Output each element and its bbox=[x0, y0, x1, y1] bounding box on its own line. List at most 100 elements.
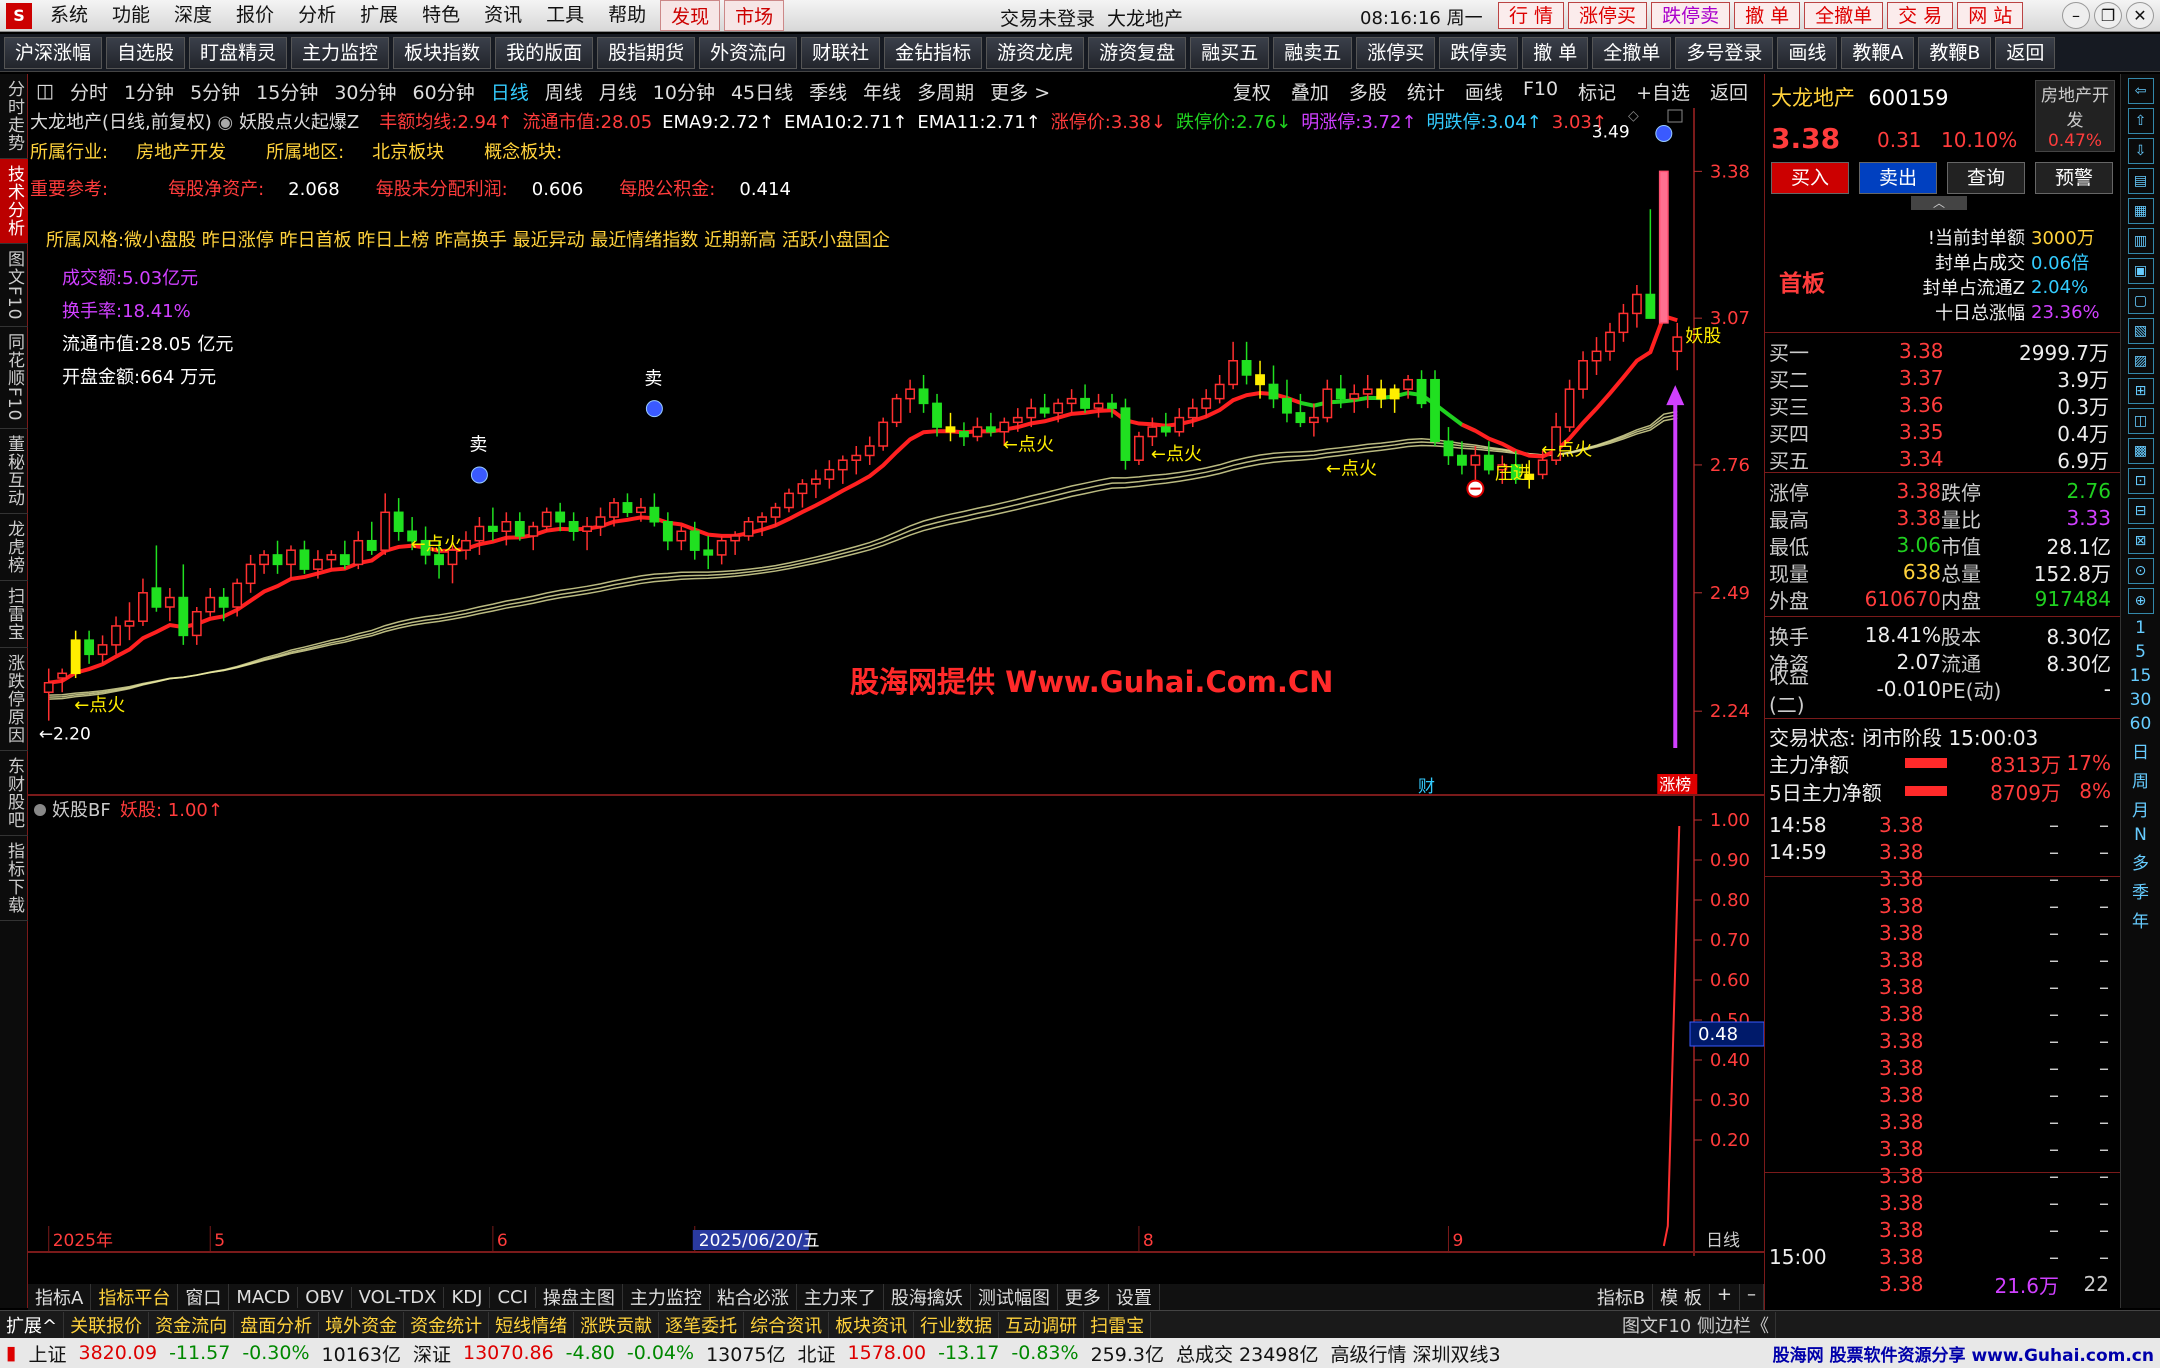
chart-tool-button[interactable]: 标记 bbox=[1570, 78, 1624, 105]
rail-period[interactable]: 日 bbox=[2132, 738, 2149, 763]
trade-button[interactable]: 卖出 bbox=[1859, 162, 1937, 194]
sidebar-tab[interactable]: 指标下载 bbox=[0, 836, 29, 921]
indicator-tab[interactable]: 更多 bbox=[1058, 1284, 1109, 1310]
rail-tool-icon[interactable]: ▥ bbox=[2127, 228, 2154, 254]
rail-period[interactable]: 周 bbox=[2132, 767, 2149, 792]
period-tab[interactable]: 60分钟 bbox=[405, 78, 483, 105]
toolbar-button[interactable]: 我的版面 bbox=[495, 36, 594, 69]
indicator-tab-control[interactable]: – bbox=[1740, 1284, 1764, 1310]
period-tab[interactable]: 分时 bbox=[62, 78, 116, 105]
menu-item[interactable]: 系统 bbox=[38, 0, 100, 31]
chart-tool-button[interactable]: 叠加 bbox=[1283, 78, 1337, 105]
toolbar-button[interactable]: 沪深涨幅 bbox=[4, 36, 103, 69]
sidebar-tab[interactable]: 技术分析 bbox=[0, 159, 29, 244]
status-tab[interactable]: 涨跌贡献 bbox=[574, 1311, 660, 1338]
chart-tool-button[interactable]: 多股 bbox=[1341, 78, 1395, 105]
chart-menu-icon[interactable]: ◫ bbox=[28, 80, 62, 102]
rail-period[interactable]: 季 bbox=[2132, 878, 2149, 903]
indicator-tab[interactable]: MACD bbox=[229, 1286, 299, 1308]
period-tab[interactable]: 日线 bbox=[483, 78, 537, 105]
rail-tool-icon[interactable]: ⊕ bbox=[2127, 588, 2154, 614]
rail-tool-icon[interactable]: ▨ bbox=[2127, 348, 2154, 374]
toolbar-button[interactable]: 自选股 bbox=[106, 36, 186, 69]
collapse-chevron-icon[interactable]: ︿ bbox=[1911, 196, 1967, 210]
indicator-toggle-icon[interactable]: ◉ bbox=[212, 112, 239, 133]
period-tab[interactable]: 45日线 bbox=[723, 78, 801, 105]
rail-tool-icon[interactable]: ▤ bbox=[2127, 168, 2154, 194]
toolbar-button[interactable]: 融卖五 bbox=[1273, 36, 1353, 69]
toolbar-button[interactable]: 金钻指标 bbox=[884, 36, 983, 69]
sidebar-tab[interactable]: 同花顺F10 bbox=[0, 327, 29, 429]
toolbar-button[interactable]: 教鞭A bbox=[1841, 36, 1915, 69]
chart-tool-button[interactable]: 画线 bbox=[1457, 78, 1511, 105]
trade-button[interactable]: 买入 bbox=[1771, 162, 1849, 194]
sidebar-tab[interactable]: 涨跌停原因 bbox=[0, 648, 29, 751]
indicator-tab[interactable]: 粘合必涨 bbox=[710, 1284, 797, 1310]
indicator-tab[interactable]: 操盘主图 bbox=[536, 1284, 623, 1310]
sub-chart[interactable]: 妖股BF 妖股: 1.00↑ 1.000.900.800.700.600.500.4… bbox=[28, 796, 1764, 1256]
rail-tool-icon[interactable]: ◫ bbox=[2127, 408, 2154, 434]
toolbar-button[interactable]: 主力监控 bbox=[291, 36, 390, 69]
rail-period[interactable]: 多 bbox=[2132, 849, 2149, 874]
period-tab[interactable]: 1分钟 bbox=[116, 78, 182, 105]
rail-tool-icon[interactable]: ⊠ bbox=[2127, 528, 2154, 554]
status-tab[interactable]: 盘面分析 bbox=[234, 1311, 320, 1338]
status-tab[interactable]: 短线情绪 bbox=[489, 1311, 575, 1338]
toolbar-button[interactable]: 画线 bbox=[1777, 36, 1838, 69]
quick-trade-button[interactable]: 全撤单 bbox=[1804, 2, 1884, 29]
toolbar-button[interactable]: 跌停卖 bbox=[1439, 36, 1519, 69]
indicator-tab[interactable]: OBV bbox=[298, 1286, 352, 1308]
menu-item[interactable]: 资讯 bbox=[472, 0, 534, 31]
toolbar-button[interactable]: 股指期货 bbox=[597, 36, 696, 69]
toolbar-button[interactable]: 财联社 bbox=[801, 36, 881, 69]
menu-highlight-item[interactable]: 发现 bbox=[660, 0, 721, 31]
indicator-tab[interactable]: 指标A bbox=[28, 1284, 92, 1310]
indicator-tab[interactable]: 主力监控 bbox=[623, 1284, 710, 1310]
rail-period[interactable]: 1 bbox=[2135, 618, 2146, 638]
status-tab[interactable]: 扩展^ bbox=[0, 1311, 65, 1338]
status-tab[interactable]: 资金统计 bbox=[404, 1311, 490, 1338]
indicator-name[interactable]: 妖股点火起爆Z bbox=[239, 112, 359, 133]
sidebar-tab[interactable]: 图文F10 bbox=[0, 244, 29, 328]
menu-item[interactable]: 分析 bbox=[286, 0, 348, 31]
rail-tool-icon[interactable]: ⊟ bbox=[2127, 498, 2154, 524]
indicator-tab[interactable]: 测试幅图 bbox=[971, 1284, 1058, 1310]
menu-item[interactable]: 功能 bbox=[100, 0, 162, 31]
indicator-tab[interactable]: 窗口 bbox=[178, 1284, 230, 1310]
rail-tool-icon[interactable]: ⇩ bbox=[2127, 138, 2154, 164]
chart-tool-button[interactable]: 统计 bbox=[1399, 78, 1453, 105]
menu-item[interactable]: 帮助 bbox=[596, 0, 658, 31]
sidebar-tab[interactable]: 东财股吧 bbox=[0, 751, 29, 836]
rail-tool-icon[interactable]: ▣ bbox=[2127, 258, 2154, 284]
period-tab[interactable]: 更多 > bbox=[982, 78, 1058, 105]
status-tab[interactable]: 互动调研 bbox=[999, 1311, 1085, 1338]
trade-button[interactable]: 查询 bbox=[1947, 162, 2025, 194]
status-tab[interactable]: 综合资讯 bbox=[744, 1311, 830, 1338]
menu-item[interactable]: 深度 bbox=[162, 0, 224, 31]
toolbar-button[interactable]: 教鞭B bbox=[1918, 36, 1992, 69]
toolbar-button[interactable]: 撤 单 bbox=[1522, 36, 1589, 69]
rail-period[interactable]: 5 bbox=[2135, 642, 2146, 662]
rail-period[interactable]: 60 bbox=[2130, 714, 2152, 734]
status-tab[interactable]: 逐笔委托 bbox=[659, 1311, 745, 1338]
restore-icon[interactable]: ❐ bbox=[2094, 2, 2122, 29]
toolbar-button[interactable]: 全撤单 bbox=[1592, 36, 1672, 69]
period-tab[interactable]: 15分钟 bbox=[248, 78, 326, 105]
indicator-tab[interactable]: 股海擒妖 bbox=[884, 1284, 971, 1310]
toolbar-button[interactable]: 盯盘精灵 bbox=[189, 36, 288, 69]
status-tab[interactable]: 资金流向 bbox=[149, 1311, 235, 1338]
sidebar-tab[interactable]: 董秘互动 bbox=[0, 429, 29, 514]
industry-box[interactable]: 房地产开发 0.47% bbox=[2035, 80, 2115, 152]
close-icon[interactable]: ✕ bbox=[2126, 2, 2154, 29]
toolbar-button[interactable]: 涨停买 bbox=[1356, 36, 1436, 69]
rail-tool-icon[interactable]: ▢ bbox=[2127, 288, 2154, 314]
rail-tool-icon[interactable]: ⇧ bbox=[2127, 108, 2154, 134]
rail-period[interactable]: N bbox=[2134, 825, 2147, 845]
chart-tool-button[interactable]: F10 bbox=[1515, 78, 1566, 105]
status-tab[interactable]: 扫雷宝 bbox=[1084, 1311, 1152, 1338]
toolbar-button[interactable]: 游资龙虎 bbox=[986, 36, 1085, 69]
period-tab[interactable]: 年线 bbox=[855, 78, 909, 105]
indicator-tab[interactable]: KDJ bbox=[444, 1286, 491, 1308]
main-chart[interactable]: 3.383.072.762.492.24←点火←点火←点火 ←点火←点火←点火卖卖… bbox=[28, 108, 1764, 796]
chart-tool-button[interactable]: 返回 bbox=[1702, 78, 1756, 105]
